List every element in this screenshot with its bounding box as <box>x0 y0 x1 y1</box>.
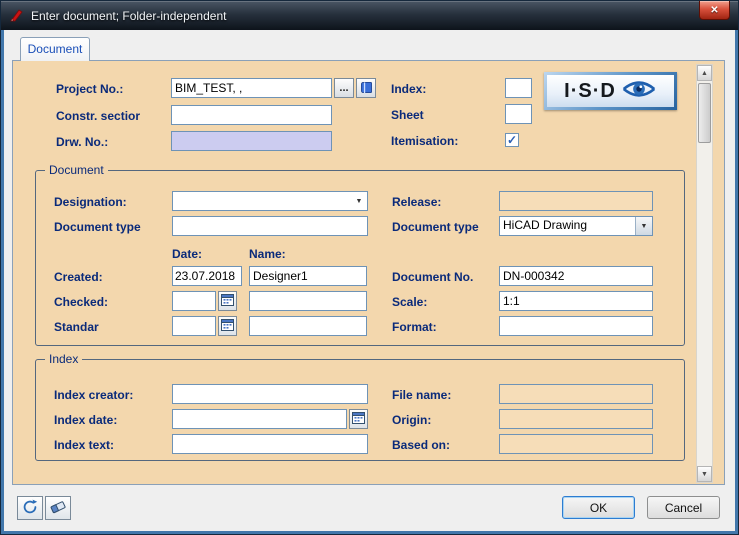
itemisation-label: Itemisation: <box>391 134 458 148</box>
index-date-picker-button[interactable] <box>349 409 368 429</box>
title-bar[interactable]: Enter document; Folder-independent ✕ <box>1 1 738 30</box>
origin-input <box>499 409 653 429</box>
dialog-window: Enter document; Folder-independent ✕ Doc… <box>0 0 739 535</box>
close-button[interactable]: ✕ <box>699 1 730 20</box>
created-name-input[interactable] <box>249 266 367 286</box>
isd-logo: I·S·D <box>544 72 677 110</box>
document-type-combobox[interactable]: HiCAD Drawing ▼ <box>499 216 653 236</box>
drw-no-input <box>171 131 332 151</box>
standard-label: Standar <box>54 320 99 334</box>
sheet-label: Sheet <box>391 108 424 122</box>
scrollbar-thumb[interactable] <box>698 83 711 143</box>
isd-logo-text: I·S·D <box>564 80 616 103</box>
release-input <box>499 191 653 211</box>
window-title: Enter document; Folder-independent <box>31 9 226 23</box>
checked-label: Checked: <box>54 295 108 309</box>
document-tab-page: Project No.: ... Index: I·S·D <box>12 60 725 485</box>
calendar-icon <box>221 318 234 334</box>
document-type-input[interactable] <box>172 216 368 236</box>
index-text-label: Index text: <box>54 438 114 452</box>
index-group-legend: Index <box>45 352 82 366</box>
arrow-up-icon: ▲ <box>701 70 708 77</box>
created-date-input[interactable] <box>172 266 242 286</box>
scale-input[interactable] <box>499 291 653 311</box>
document-type2-label: Document type <box>392 220 479 234</box>
dialog-client-area: Document Project No.: ... Index: <box>4 30 735 531</box>
close-icon: ✕ <box>710 5 718 16</box>
designation-label: Designation: <box>54 195 127 209</box>
tab-document-label: Document <box>28 42 83 56</box>
index-creator-input[interactable] <box>172 384 368 404</box>
name-column-header: Name: <box>249 247 286 261</box>
format-input[interactable] <box>499 316 653 336</box>
file-name-input <box>499 384 653 404</box>
document-group-legend: Document <box>45 163 108 177</box>
file-name-label: File name: <box>392 388 451 402</box>
check-icon: ✓ <box>507 134 517 146</box>
project-catalog-button[interactable] <box>356 78 376 98</box>
document-type-value: HiCAD Drawing <box>500 217 635 235</box>
project-no-input[interactable] <box>171 78 332 98</box>
standard-date-picker-button[interactable] <box>218 316 237 336</box>
date-column-header: Date: <box>172 247 202 261</box>
ellipsis-icon: ... <box>339 84 348 92</box>
tab-document[interactable]: Document <box>20 37 90 61</box>
refresh-icon <box>22 499 38 518</box>
standard-date-input[interactable] <box>172 316 216 336</box>
app-icon <box>9 8 25 24</box>
created-label: Created: <box>54 270 103 284</box>
document-no-input[interactable] <box>499 266 653 286</box>
book-icon <box>360 81 373 95</box>
itemisation-checkbox[interactable]: ✓ <box>505 133 519 147</box>
document-type-label: Document type <box>54 220 141 234</box>
document-group: Document Designation: ▼ Release: Documen… <box>35 170 685 346</box>
release-label: Release: <box>392 195 441 209</box>
constr-section-input[interactable] <box>171 105 332 125</box>
scroll-up-button[interactable]: ▲ <box>697 65 712 81</box>
document-no-label: Document No. <box>392 270 473 284</box>
project-browse-button[interactable]: ... <box>334 78 354 98</box>
sheet-input[interactable] <box>505 104 532 124</box>
eye-icon <box>621 76 657 107</box>
calendar-icon <box>221 293 234 309</box>
index-text-input[interactable] <box>172 434 368 454</box>
index-input[interactable] <box>505 78 532 98</box>
designation-combobox[interactable]: ▼ <box>172 191 368 211</box>
eraser-icon <box>50 499 66 518</box>
scroll-down-button[interactable]: ▼ <box>697 466 712 482</box>
constr-section-label: Constr. sectior <box>56 109 140 123</box>
ok-button[interactable]: OK <box>562 496 635 519</box>
chevron-down-icon: ▼ <box>351 192 367 210</box>
vertical-scrollbar[interactable]: ▲ ▼ <box>696 64 713 483</box>
format-label: Format: <box>392 320 437 334</box>
index-group: Index Index creator: File name: Index da… <box>35 359 685 461</box>
origin-label: Origin: <box>392 413 431 427</box>
based-on-input <box>499 434 653 454</box>
index-creator-label: Index creator: <box>54 388 133 402</box>
chevron-down-icon: ▼ <box>635 217 652 235</box>
cancel-button[interactable]: Cancel <box>647 496 720 519</box>
drw-no-label: Drw. No.: <box>56 135 108 149</box>
index-date-label: Index date: <box>54 413 117 427</box>
arrow-down-icon: ▼ <box>701 471 708 478</box>
checked-date-input[interactable] <box>172 291 216 311</box>
checked-date-picker-button[interactable] <box>218 291 237 311</box>
scale-label: Scale: <box>392 295 427 309</box>
checked-name-input[interactable] <box>249 291 367 311</box>
index-label: Index: <box>391 82 426 96</box>
calendar-icon <box>352 411 365 427</box>
standard-name-input[interactable] <box>249 316 367 336</box>
based-on-label: Based on: <box>392 438 450 452</box>
designation-value <box>173 192 351 210</box>
project-no-label: Project No.: <box>56 82 123 96</box>
eraser-button[interactable] <box>45 496 71 520</box>
index-date-input[interactable] <box>172 409 347 429</box>
refresh-button[interactable] <box>17 496 43 520</box>
